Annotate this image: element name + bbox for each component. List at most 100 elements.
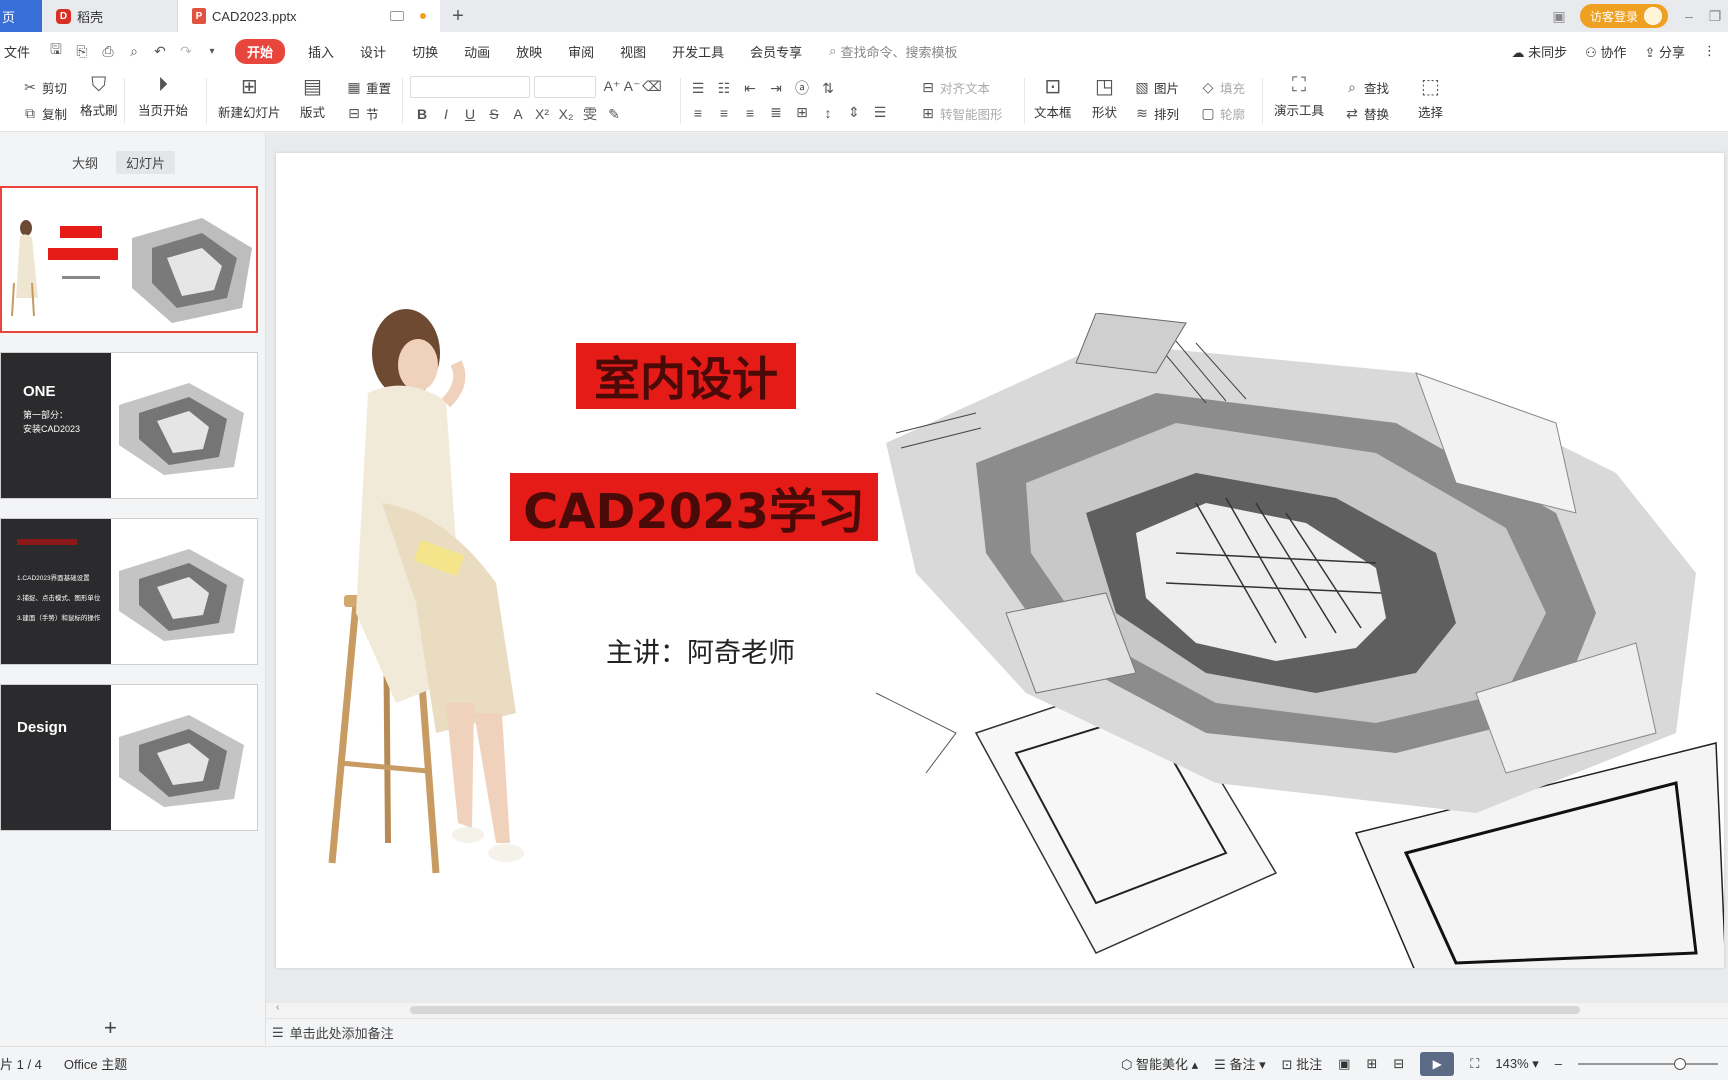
export-pdf-icon[interactable]: ⎘ — [69, 43, 95, 60]
tab-outline[interactable]: 大纲 — [62, 151, 108, 174]
add-slide-button[interactable]: + — [104, 1015, 117, 1041]
monitor-icon[interactable] — [390, 11, 404, 21]
slide-title-2[interactable]: CAD2023学习 — [510, 473, 878, 541]
cut-button[interactable]: ✂ 剪切 — [22, 78, 67, 97]
arrange-button[interactable]: ≋ 排列 — [1134, 104, 1179, 123]
reset-label: 重置 — [366, 82, 392, 96]
replace-label: 替换 — [1364, 108, 1390, 122]
scroll-left-icon[interactable]: ‹ — [276, 1002, 279, 1013]
smartart-button[interactable]: ⊞ 转智能图形 — [920, 104, 1002, 123]
notes-area[interactable]: ☰ 单击此处添加备注 — [266, 1018, 1728, 1046]
align-buttons[interactable]: ≡ ≡ ≡ ≣ ⊞ ↕ ⇕ ☰ — [690, 104, 888, 121]
tab-insert[interactable]: 插入 — [295, 42, 347, 61]
notes-icon: ☰ — [272, 1024, 284, 1040]
slide-thumbnail-2[interactable]: ONE 第一部分： 安装CAD2023 — [0, 352, 258, 499]
beautify-icon: ⬡ — [1121, 1057, 1133, 1072]
section-button[interactable]: ⊟ 节 — [346, 104, 378, 123]
textbox-button[interactable]: ⊡ 文本框 — [1034, 74, 1072, 121]
document-tab[interactable]: P CAD2023.pptx — [178, 0, 440, 32]
tab-transitions[interactable]: 切换 — [399, 42, 451, 61]
docer-tab[interactable]: D 稻壳 — [42, 0, 178, 32]
tab-slides[interactable]: 幻灯片 — [116, 151, 176, 174]
zoom-select[interactable]: 143% ▾ — [1495, 1056, 1538, 1072]
slide-title-2-text: CAD2023学习 — [523, 484, 865, 540]
collab-button[interactable]: ⚇ 协作 — [1585, 42, 1626, 61]
notes-toggle-button[interactable]: ☰ 备注 ▾ — [1214, 1054, 1265, 1073]
slide-thumbnail-1[interactable] — [0, 186, 258, 333]
tab-developer[interactable]: 开发工具 — [659, 42, 737, 61]
outline-button[interactable]: ▢ 轮廓 — [1200, 104, 1245, 123]
find-button[interactable]: ⌕ 查找 — [1344, 78, 1389, 97]
undo-icon[interactable]: ↶ — [147, 43, 173, 60]
slide-sorter-icon[interactable]: ⊞ — [1366, 1056, 1377, 1072]
copy-button[interactable]: ⧉ 复制 — [22, 104, 67, 123]
font-size-buttons[interactable]: A⁺ A⁻ ⌫ — [604, 78, 662, 95]
redo-icon[interactable]: ↷ — [173, 43, 199, 60]
outline-label: 轮廓 — [1220, 108, 1246, 122]
print-preview-icon[interactable]: ⌕ — [121, 43, 147, 60]
picture-button[interactable]: ▧ 图片 — [1134, 78, 1179, 97]
avatar — [1644, 7, 1662, 25]
new-slide-button[interactable]: ⊞ 新建幻灯片 — [218, 74, 281, 121]
new-tab-button[interactable]: + — [440, 0, 476, 32]
beautify-button[interactable]: ⬡ 智能美化 ▴ — [1121, 1054, 1198, 1073]
tab-design[interactable]: 设计 — [347, 42, 399, 61]
font-size-select[interactable] — [534, 76, 596, 98]
outline-icon: ▢ — [1201, 105, 1215, 121]
present-tools-button[interactable]: ⛶ 演示工具 — [1274, 74, 1324, 119]
format-painter-button[interactable]: ⛉ 格式刷 — [80, 74, 118, 119]
scrollbar-thumb[interactable] — [410, 1006, 1580, 1014]
slide-title-1[interactable]: 室内设计 — [576, 343, 796, 409]
menu-file[interactable]: 文件 — [4, 42, 43, 61]
zoom-slider[interactable] — [1578, 1057, 1718, 1070]
text-style-buttons[interactable]: B I U S A X² X₂ 雯 ✎ — [414, 104, 622, 124]
fit-window-icon[interactable]: ⛶ — [1470, 1056, 1479, 1072]
quick-access-dropdown-icon[interactable]: ▾ — [199, 46, 225, 57]
share-button[interactable]: ⇪ 分享 — [1644, 42, 1685, 61]
zoom-out-icon[interactable]: – — [1555, 1056, 1562, 1071]
tab-home[interactable]: 开始 — [235, 38, 286, 64]
fill-button[interactable]: ◇ 填充 — [1200, 78, 1245, 97]
window-layout-icon[interactable]: ▣ — [1546, 0, 1572, 32]
sync-status-button[interactable]: ☁ 未同步 — [1512, 42, 1568, 61]
select-button[interactable]: ⬚ 选择 — [1418, 74, 1443, 121]
restore-icon[interactable]: ❐ — [1702, 0, 1728, 32]
font-family-select[interactable] — [410, 76, 530, 98]
layout-button[interactable]: ▤ 版式 — [300, 74, 325, 121]
tab-review[interactable]: 审阅 — [555, 42, 607, 61]
reset-button[interactable]: ▦ 重置 — [346, 78, 391, 97]
zoom-slider-knob[interactable] — [1674, 1057, 1686, 1070]
shape-button[interactable]: ◳ 形状 — [1092, 74, 1117, 121]
align-text-button[interactable]: ⊟ 对齐文本 — [920, 78, 990, 97]
tab-slideshow[interactable]: 放映 — [503, 42, 555, 61]
save-icon[interactable]: 🖫 — [43, 39, 69, 63]
slide-thumbnail-4[interactable]: Design — [0, 684, 258, 831]
tab-member[interactable]: 会员专享 — [737, 42, 815, 61]
print-icon[interactable]: ⎙ — [95, 43, 121, 60]
comments-button[interactable]: ⊡ 批注 — [1282, 1054, 1323, 1073]
slide-thumbnail-3[interactable]: 1.CAD2023界面基础设置 2.捕捉、点击模式、图形单位 3.建面（手势）和… — [0, 518, 258, 665]
slide-1[interactable]: 室内设计 CAD2023学习 主讲：阿奇老师 — [276, 153, 1724, 968]
slide-3-list: 1.CAD2023界面基础设置 2.捕捉、点击模式、图形单位 3.建面（手势）和… — [17, 569, 111, 629]
command-search[interactable]: ⌕ 查找命令、搜索模板 — [829, 42, 957, 61]
status-bar: 片 1 / 4 Office 主题 ⬡ 智能美化 ▴ ☰ 备注 ▾ ⊡ 批注 ▣… — [0, 1046, 1728, 1080]
normal-view-icon[interactable]: ▣ — [1338, 1056, 1350, 1072]
slideshow-play-button[interactable]: ▶ — [1420, 1051, 1455, 1076]
unsaved-indicator-icon — [420, 13, 426, 19]
minimize-icon[interactable]: – — [1676, 0, 1702, 32]
share-icon: ⇪ — [1644, 44, 1656, 60]
guest-login-button[interactable]: 访客登录 — [1579, 4, 1668, 28]
home-tab[interactable]: 页 — [0, 0, 42, 32]
canvas-scrollbar[interactable]: ‹ — [276, 1002, 1720, 1016]
theme-name[interactable]: Office 主题 — [64, 1054, 127, 1073]
list-buttons[interactable]: ☰ ☷ ⇤ ⇥ ⓐ ⇅ — [690, 78, 836, 98]
slide-presenter[interactable]: 主讲：阿奇老师 — [606, 631, 795, 670]
beautify-label: 智能美化 — [1136, 1057, 1189, 1072]
more-icon[interactable]: ⋮ — [1703, 43, 1716, 59]
replace-button[interactable]: ⇄ 替换 — [1344, 104, 1389, 123]
play-from-current-button[interactable]: ⏵ 当页开始 — [138, 74, 188, 119]
tab-view[interactable]: 视图 — [607, 42, 659, 61]
tab-animations[interactable]: 动画 — [451, 42, 503, 61]
slide-panel: 大纲 幻灯片 ONE 第一部分： 安装CAD2023 1.CAD2023界面基础… — [0, 133, 266, 1045]
reading-view-icon[interactable]: ⊟ — [1393, 1056, 1404, 1072]
